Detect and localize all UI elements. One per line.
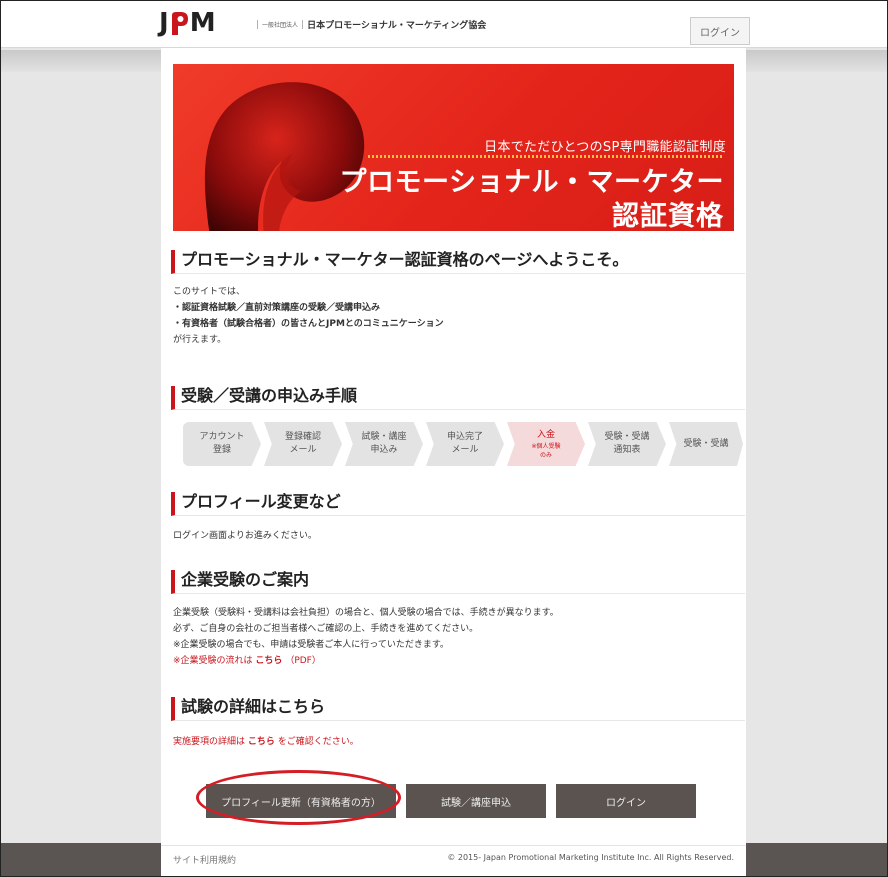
step-6-line1: 受験・受講	[604, 432, 650, 442]
step-2-line2: メール	[289, 445, 317, 455]
corporate-line-2: 必ず、ご自身の会社のご担当者様へご確認の上、手続きを進めてください。	[173, 624, 479, 634]
logo-p-icon	[169, 11, 189, 35]
footer-divider	[161, 845, 746, 846]
step-7-line1: 受験・受講	[683, 438, 729, 449]
org-divider: |	[256, 19, 260, 30]
step-application-complete-mail: 申込完了 メール	[426, 422, 504, 466]
corporate-flow-suffix: （PDF）	[285, 656, 321, 666]
hero-title-line2: 認証資格	[612, 201, 724, 231]
details-text: 実施要項の詳細は こちら をご確認ください。	[173, 734, 359, 750]
procedure-steps: アカウント登録 登録確認メール 試験・講座申込み 申込完了メール 入金 ※個人受験…	[183, 422, 746, 466]
org-divider-2: |	[301, 19, 305, 30]
step-3-line2: 申込み	[370, 445, 398, 455]
step-account-registration: アカウント 登録	[183, 422, 261, 466]
welcome-outro: が行えます。	[173, 335, 227, 345]
corporate-text: 企業受験（受験料・受講料は会社負担）の場合と、個人受験の場合では、手続きが異なり…	[173, 605, 559, 669]
procedure-heading: 受験／受講の申込み手順	[171, 386, 745, 410]
welcome-item-apply: ・認証資格試験／直前対策講座の受験／受講申込み	[173, 303, 381, 313]
step-4-line2: メール	[451, 445, 479, 455]
step-2-line1: 登録確認	[284, 432, 321, 442]
profile-text: ログイン画面よりお進みください。	[173, 531, 317, 541]
big-p-mark-icon	[204, 82, 365, 231]
header-login-button[interactable]: ログイン	[690, 17, 750, 45]
site-header: J M | 一般社団法人 | 日本プロモーショナル・マーケティング協会 ログイン	[1, 1, 887, 48]
copyright: © 2015- Japan Promotional Marketing Inst…	[447, 853, 734, 862]
details-prefix: 実施要項の詳細は	[173, 737, 246, 747]
hero-dotted-rule	[368, 155, 724, 158]
step-5-line1: 入金	[536, 429, 555, 440]
hero-subtitle: 日本でただひとつのSP専門職能認証制度	[484, 140, 726, 155]
corporate-line-3: ※企業受験の場合でも、申請は受験者ご本人に行っていただきます。	[173, 640, 449, 650]
step-4-line1: 申込完了	[446, 432, 483, 442]
hero-banner: 日本でただひとつのSP専門職能認証制度 プロモーショナル・マーケター 認証資格	[173, 64, 734, 231]
step-6-line2: 通知表	[613, 445, 641, 455]
step-3-line1: 試験・講座	[361, 432, 407, 442]
step-1-line2: 登録	[212, 445, 231, 455]
welcome-intro: このサイトでは、	[173, 287, 246, 297]
browser-frame: J M | 一般社団法人 | 日本プロモーショナル・マーケティング協会 ログイン	[0, 0, 888, 877]
main-content: 日本でただひとつのSP専門職能認証制度 プロモーショナル・マーケター 認証資格 …	[161, 48, 746, 876]
logo-letter-j: J	[159, 8, 169, 38]
exam-apply-button[interactable]: 試験／講座申込	[406, 784, 546, 818]
corporate-line-1: 企業受験（受験料・受講料は会社負担）の場合と、個人受験の場合では、手続きが異なり…	[173, 608, 559, 618]
jpm-logo[interactable]: J M	[159, 8, 216, 38]
step-5-note2: のみ	[539, 451, 552, 459]
terms-link[interactable]: サイト利用規約	[173, 853, 236, 866]
step-exam-application: 試験・講座 申込み	[345, 422, 423, 466]
welcome-heading: プロモーショナル・マーケター認証資格のページへようこそ。	[171, 250, 745, 274]
details-heading: 試験の詳細はこちら	[171, 697, 745, 721]
organization-name: | 一般社団法人 | 日本プロモーショナル・マーケティング協会	[256, 18, 487, 32]
welcome-item-communication: ・有資格者（試験合格者）の皆さんとJPMとのコミュニケーション	[173, 319, 444, 329]
step-exam: 受験・受講	[669, 422, 743, 466]
details-link[interactable]: こちら	[248, 737, 275, 747]
corporate-line-4: ※企業受験の流れは こちら （PDF）	[173, 653, 559, 669]
step-confirm-mail: 登録確認 メール	[264, 422, 342, 466]
details-suffix: をご確認ください。	[277, 737, 359, 747]
corporate-flow-link[interactable]: こちら	[255, 656, 282, 666]
step-exam-notice: 受験・受講 通知表	[588, 422, 666, 466]
org-name: 日本プロモーショナル・マーケティング協会	[307, 21, 487, 31]
profile-heading: プロフィール変更など	[171, 492, 745, 516]
highlight-circle	[196, 770, 401, 825]
welcome-text: このサイトでは、 ・認証資格試験／直前対策講座の受験／受講申込み ・有資格者（試…	[173, 284, 444, 348]
step-payment: 入金 ※個人受験 のみ	[507, 422, 585, 466]
corporate-heading: 企業受験のご案内	[171, 570, 745, 594]
step-5-note1: ※個人受験	[531, 442, 561, 450]
logo-letter-m: M	[189, 8, 216, 38]
step-1-line1: アカウント	[199, 432, 245, 442]
org-prefix: 一般社団法人	[262, 22, 299, 29]
login-button[interactable]: ログイン	[556, 784, 696, 818]
corporate-flow-label: ※企業受験の流れは	[173, 656, 253, 666]
